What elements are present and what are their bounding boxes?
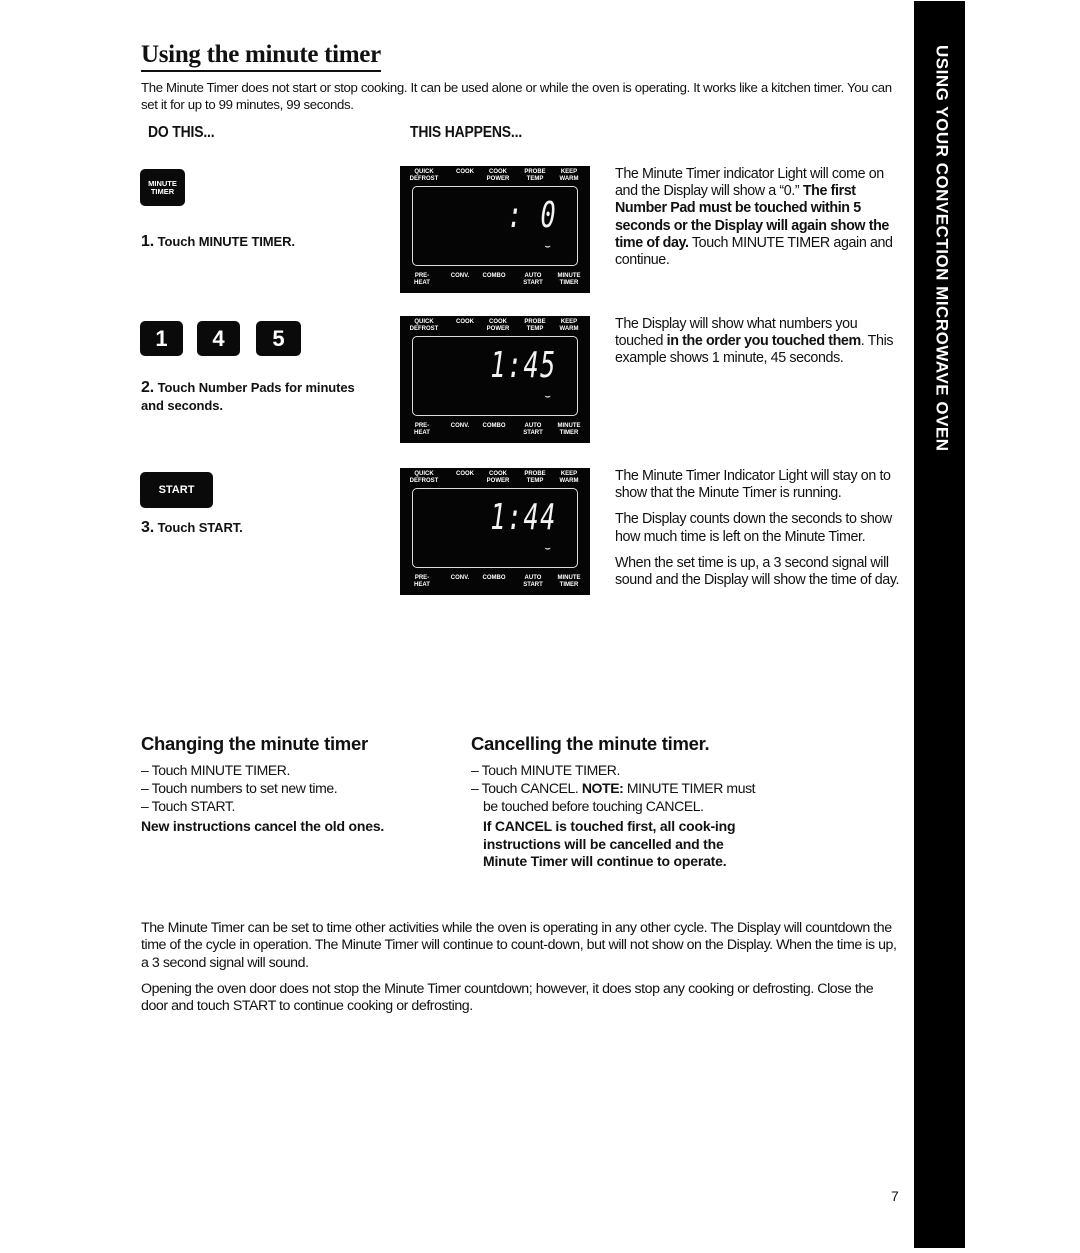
oven-display-panel: QUICK DEFROST COOK COOK POWER PROBE TEMP KEE… bbox=[400, 166, 590, 293]
indicator-label: AUTO START bbox=[523, 575, 543, 588]
indicator-label: MINUTE TIMER bbox=[557, 575, 581, 588]
indicator-label: PRE- HEAT bbox=[414, 273, 430, 286]
changing-steps-list: – Touch MINUTE TIMER. – Touch numbers to… bbox=[141, 761, 441, 815]
page-title: Using the minute timer bbox=[141, 40, 381, 72]
indicator-label: KEEP WARM bbox=[559, 319, 579, 332]
step-label: Touch MINUTE TIMER. bbox=[157, 234, 295, 249]
list-item: – Touch MINUTE TIMER. bbox=[141, 762, 291, 778]
step-1-description: The Minute Timer indicator Light will co… bbox=[615, 166, 900, 269]
indicator-label: QUICK DEFROST bbox=[409, 169, 439, 182]
indicator-label: PROBE TEMP bbox=[524, 471, 546, 484]
indicator-label: KEEP WARM bbox=[559, 169, 579, 182]
step-3-instruction: 3. Touch START. bbox=[141, 519, 243, 537]
indicator-label: CONV. bbox=[450, 273, 470, 279]
indicator-label: COOK POWER bbox=[486, 169, 510, 182]
indicator-label: AUTO START bbox=[523, 273, 543, 286]
section-heading: Changing the minute timer bbox=[141, 733, 368, 754]
indicator-label: COOK POWER bbox=[486, 319, 510, 332]
page-number: 7 bbox=[891, 1188, 899, 1204]
list-text: – Touch CANCEL. bbox=[471, 780, 582, 796]
changing-section: Changing the minute timer – Touch MINUTE… bbox=[141, 733, 441, 836]
display-screen: 1:45 ⌣ bbox=[412, 336, 578, 416]
list-item: – Touch CANCEL. NOTE: MINUTE TIMER must … bbox=[471, 779, 761, 815]
description-paragraph: The Display counts down the seconds to s… bbox=[615, 511, 892, 545]
display-screen: 1:44 ⌣ bbox=[412, 488, 578, 568]
footer-paragraph: The Minute Timer can be set to time othe… bbox=[141, 920, 897, 971]
step-3-description: The Minute Timer Indicator Light will st… bbox=[615, 468, 900, 598]
step-label: Touch Number Pads for minutes and second… bbox=[141, 380, 355, 413]
cancelling-steps-list: – Touch MINUTE TIMER. – Touch CANCEL. NO… bbox=[471, 761, 761, 815]
indicator-label: COOK POWER bbox=[486, 471, 510, 484]
description-paragraph: The Minute Timer Indicator Light will st… bbox=[615, 468, 891, 502]
step-2-instruction: 2. Touch Number Pads for minutes and sec… bbox=[141, 379, 361, 415]
display-digits: 1:45 bbox=[490, 345, 557, 386]
indicator-label: QUICK DEFROST bbox=[409, 319, 439, 332]
intro-text: The Minute Timer does not start or stop … bbox=[141, 80, 892, 112]
step-number: 1. bbox=[141, 233, 155, 250]
step-number: 3. bbox=[141, 519, 155, 536]
oven-display-panel: QUICK DEFROST COOK COOK POWER PROBE TEMP KEE… bbox=[400, 316, 590, 443]
minute-timer-key[interactable]: MINUTE TIMER bbox=[140, 169, 185, 206]
section-heading: Cancelling the minute timer. bbox=[471, 733, 710, 754]
display-screen: : 0 ⌣ bbox=[412, 186, 578, 266]
column-heading-do-this: DO THIS... bbox=[148, 124, 215, 141]
indicator-label: PROBE TEMP bbox=[524, 169, 546, 182]
indicator-label: KEEP WARM bbox=[559, 471, 579, 484]
step-1-instruction: 1. Touch MINUTE TIMER. bbox=[141, 233, 295, 251]
indicator-label: COMBO bbox=[482, 575, 506, 581]
changing-note: New instructions cancel the old ones. bbox=[141, 818, 385, 834]
indicator-label: COOK bbox=[456, 319, 474, 325]
start-key[interactable]: START bbox=[140, 472, 213, 508]
oven-display-panel: QUICK DEFROST COOK COOK POWER PROBE TEMP KEE… bbox=[400, 468, 590, 595]
step-number: 2. bbox=[141, 379, 155, 396]
indicator-label: PRE- HEAT bbox=[414, 423, 430, 436]
indicator-label: MINUTE TIMER bbox=[557, 273, 581, 286]
display-digits: 1:44 bbox=[490, 497, 557, 538]
indicator-label: QUICK DEFROST bbox=[409, 471, 439, 484]
timer-indicator-icon: ⌣ bbox=[544, 543, 551, 554]
indicator-label: PRE- HEAT bbox=[414, 575, 430, 588]
indicator-label: COOK bbox=[456, 471, 474, 477]
emphasis-text: in the order you touched them bbox=[666, 333, 862, 350]
indicator-label: AUTO START bbox=[523, 423, 543, 436]
list-item: – Touch MINUTE TIMER. bbox=[471, 762, 621, 778]
column-heading-this-happens: THIS HAPPENS... bbox=[410, 124, 523, 141]
indicator-label: PROBE TEMP bbox=[524, 319, 546, 332]
cancelling-section: Cancelling the minute timer. – Touch MIN… bbox=[471, 733, 771, 871]
indicator-label: MINUTE TIMER bbox=[557, 423, 581, 436]
number-pad-1[interactable]: 1 bbox=[140, 321, 183, 356]
indicator-label: CONV. bbox=[450, 575, 470, 581]
display-digits: : 0 bbox=[507, 195, 557, 236]
side-tab-label: USING YOUR CONVECTION MICROWAVE OVEN bbox=[932, 45, 951, 452]
note-label: NOTE: bbox=[581, 780, 624, 796]
timer-indicator-icon: ⌣ bbox=[544, 241, 551, 252]
footer-paragraph: Opening the oven door does not stop the … bbox=[141, 981, 874, 1015]
step-2-description: The Display will show what numbers you t… bbox=[615, 316, 900, 368]
step-label: Touch START. bbox=[157, 520, 243, 535]
description-paragraph: When the set time is up, a 3 second sign… bbox=[615, 554, 900, 589]
number-pad-5[interactable]: 5 bbox=[256, 321, 301, 356]
indicator-label: CONV. bbox=[450, 423, 470, 429]
timer-indicator-icon: ⌣ bbox=[544, 391, 551, 402]
indicator-label: COMBO bbox=[482, 423, 506, 429]
list-item: – Touch numbers to set new time. bbox=[141, 780, 338, 796]
cancelling-note: If CANCEL is touched first, all cook-ing… bbox=[483, 818, 736, 869]
indicator-label: COMBO bbox=[482, 273, 506, 279]
list-item: – Touch START. bbox=[141, 798, 236, 814]
indicator-label: COOK bbox=[456, 169, 474, 175]
section-side-tab: USING YOUR CONVECTION MICROWAVE OVEN bbox=[914, 1, 965, 1248]
number-pad-4[interactable]: 4 bbox=[197, 321, 240, 356]
